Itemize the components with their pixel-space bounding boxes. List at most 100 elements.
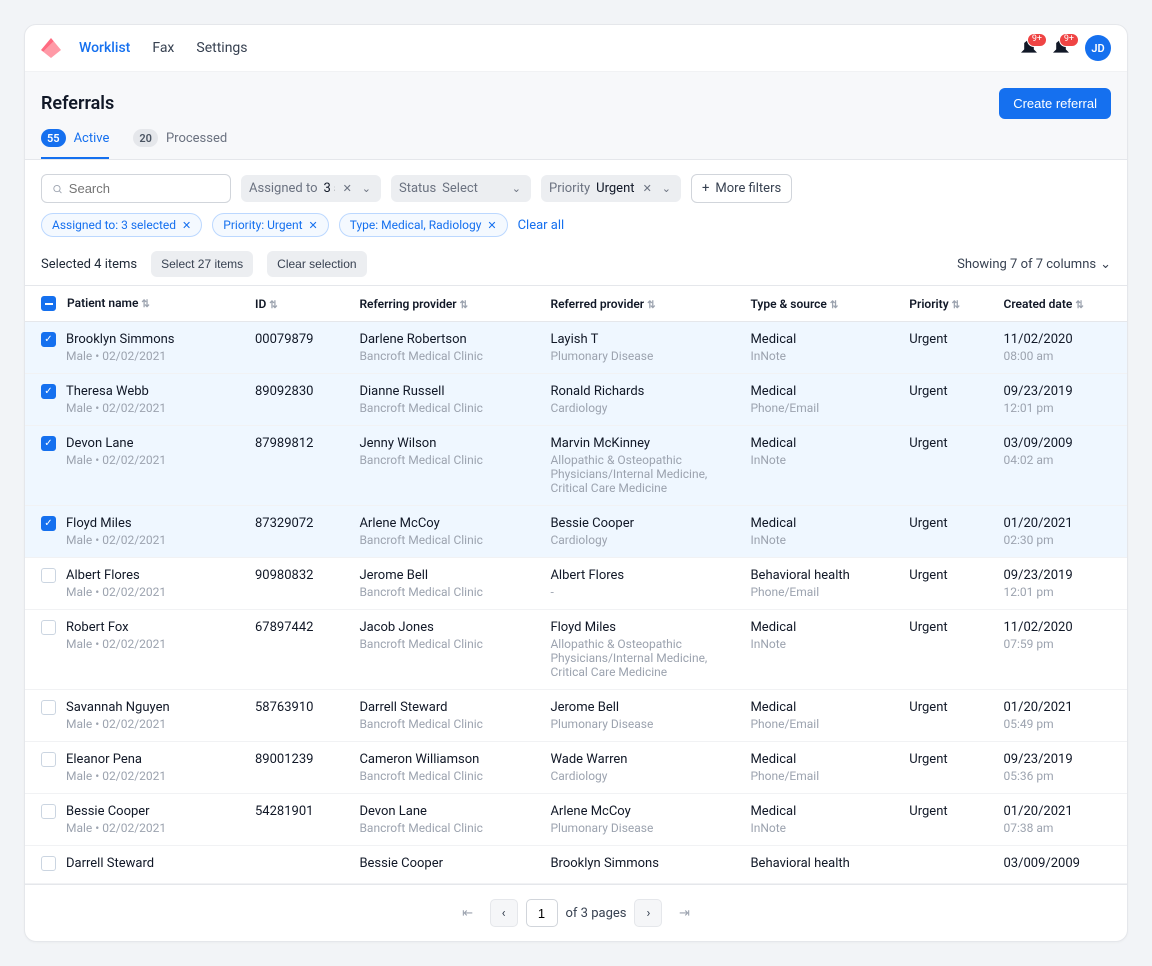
patient-meta: Male • 02/02/2021 (66, 717, 170, 731)
priority: Urgent (899, 742, 993, 794)
col-created[interactable]: Created date (1003, 297, 1072, 311)
referral-id: 87329072 (245, 506, 349, 558)
table-row[interactable]: Devon Lane Male • 02/02/2021 87989812 Je… (25, 426, 1127, 506)
referred-name: Albert Flores (550, 568, 730, 583)
tab-processed[interactable]: 20 Processed (133, 129, 227, 159)
page-prev-button[interactable]: ‹ (490, 899, 518, 927)
col-patient[interactable]: Patient name (67, 296, 138, 310)
created-date: 09/23/2019 (1003, 568, 1117, 583)
notification-bell-2[interactable]: 9+ (1053, 39, 1071, 57)
row-checkbox[interactable] (41, 516, 56, 531)
referral-id: 90980832 (245, 558, 349, 610)
type: Medical (750, 752, 889, 767)
nav-settings[interactable]: Settings (196, 40, 247, 56)
row-checkbox[interactable] (41, 620, 56, 635)
source: InNote (750, 453, 889, 467)
source: InNote (750, 349, 889, 363)
notification-bell-1[interactable]: 9+ (1021, 39, 1039, 57)
page-first-button[interactable]: ⇤ (454, 899, 482, 927)
search-input[interactable] (69, 181, 220, 196)
referring-name: Bessie Cooper (359, 856, 530, 871)
table-row[interactable]: Eleanor Pena Male • 02/02/2021 89001239 … (25, 742, 1127, 794)
close-icon[interactable]: ✕ (182, 219, 191, 232)
nav-worklist[interactable]: Worklist (79, 40, 130, 56)
created-date: 01/20/2021 (1003, 700, 1117, 715)
filter-label: Status (399, 181, 436, 196)
created-date: 09/23/2019 (1003, 384, 1117, 399)
sort-icon[interactable]: ⇅ (141, 299, 149, 310)
created-date: 03/009/2009 (1003, 856, 1117, 871)
clear-filter-icon[interactable]: ✕ (641, 182, 654, 195)
referred-sub: Cardiology (550, 401, 730, 415)
tab-count: 55 (41, 129, 66, 147)
chevron-down-icon[interactable]: ⌄ (660, 182, 673, 195)
tabs: 55 Active 20 Processed (25, 119, 1127, 160)
referred-sub: Plumonary Disease (550, 717, 730, 731)
table-row[interactable]: Albert Flores Male • 02/02/2021 90980832… (25, 558, 1127, 610)
filter-status[interactable]: Status Select ⌄ (391, 175, 531, 202)
row-checkbox[interactable] (41, 568, 56, 583)
chevron-down-icon[interactable]: ⌄ (510, 182, 523, 195)
row-checkbox[interactable] (41, 436, 56, 451)
page-input[interactable] (526, 899, 558, 927)
sort-icon[interactable]: ⇅ (647, 300, 655, 311)
avatar[interactable]: JD (1085, 35, 1111, 61)
patient-name: Robert Fox (66, 620, 166, 635)
close-icon[interactable]: ✕ (309, 219, 318, 232)
tab-active[interactable]: 55 Active (41, 129, 109, 159)
chip-assigned[interactable]: Assigned to: 3 selected ✕ (41, 213, 202, 237)
clear-all-link[interactable]: Clear all (518, 218, 565, 233)
chip-type[interactable]: Type: Medical, Radiology ✕ (339, 213, 508, 237)
sort-icon[interactable]: ⇅ (1075, 300, 1083, 311)
row-checkbox[interactable] (41, 332, 56, 347)
col-id[interactable]: ID (255, 297, 266, 311)
table-row[interactable]: Savannah Nguyen Male • 02/02/2021 587639… (25, 690, 1127, 742)
table-row[interactable]: Bessie Cooper Male • 02/02/2021 54281901… (25, 794, 1127, 846)
create-referral-button[interactable]: Create referral (999, 88, 1111, 119)
select-all-button[interactable]: Select 27 items (151, 251, 253, 277)
sort-icon[interactable]: ⇅ (830, 300, 838, 311)
close-icon[interactable]: ✕ (487, 219, 496, 232)
col-referring[interactable]: Referring provider (359, 297, 456, 311)
page-last-button[interactable]: ⇥ (670, 899, 698, 927)
clear-filter-icon[interactable]: ✕ (341, 182, 354, 195)
table-row[interactable]: Brooklyn Simmons Male • 02/02/2021 00079… (25, 322, 1127, 374)
table-row[interactable]: Robert Fox Male • 02/02/2021 67897442 Ja… (25, 610, 1127, 690)
page-title: Referrals (41, 93, 114, 114)
table-row[interactable]: Floyd Miles Male • 02/02/2021 87329072 A… (25, 506, 1127, 558)
chip-priority[interactable]: Priority: Urgent ✕ (212, 213, 328, 237)
filter-label: Assigned to (249, 181, 318, 196)
col-referred[interactable]: Referred provider (550, 297, 644, 311)
patient-meta: Male • 02/02/2021 (66, 769, 166, 783)
page-next-button[interactable]: › (634, 899, 662, 927)
filter-assigned-to[interactable]: Assigned to 3 selected ✕ ⌄ (241, 175, 381, 202)
row-checkbox[interactable] (41, 856, 56, 871)
row-checkbox[interactable] (41, 384, 56, 399)
table-row[interactable]: Theresa Webb Male • 02/02/2021 89092830 … (25, 374, 1127, 426)
filter-priority[interactable]: Priority Urgent ✕ ⌄ (541, 175, 681, 202)
priority: Urgent (899, 506, 993, 558)
table-row[interactable]: Darrell Steward Bessie Cooper Brooklyn S… (25, 846, 1127, 884)
select-all-checkbox[interactable] (41, 296, 56, 311)
sort-icon[interactable]: ⇅ (952, 300, 960, 311)
nav-fax[interactable]: Fax (152, 40, 174, 56)
type: Medical (750, 516, 889, 531)
row-checkbox[interactable] (41, 804, 56, 819)
row-checkbox[interactable] (41, 700, 56, 715)
sort-icon[interactable]: ⇅ (460, 300, 468, 311)
row-checkbox[interactable] (41, 752, 56, 767)
search-icon (52, 183, 63, 195)
patient-name: Floyd Miles (66, 516, 166, 531)
more-filters-button[interactable]: + More filters (691, 174, 792, 203)
referral-id: 00079879 (245, 322, 349, 374)
search-box[interactable] (41, 174, 231, 203)
chevron-down-icon[interactable]: ⌄ (360, 182, 373, 195)
col-priority[interactable]: Priority (909, 297, 948, 311)
referred-sub: Cardiology (550, 769, 730, 783)
priority: Urgent (899, 690, 993, 742)
columns-toggle[interactable]: Showing 7 of 7 columns ⌄ (957, 257, 1111, 272)
sort-icon[interactable]: ⇅ (269, 300, 277, 311)
clear-selection-button[interactable]: Clear selection (267, 251, 366, 277)
referring-name: Jacob Jones (359, 620, 530, 635)
col-type[interactable]: Type & source (750, 297, 826, 311)
